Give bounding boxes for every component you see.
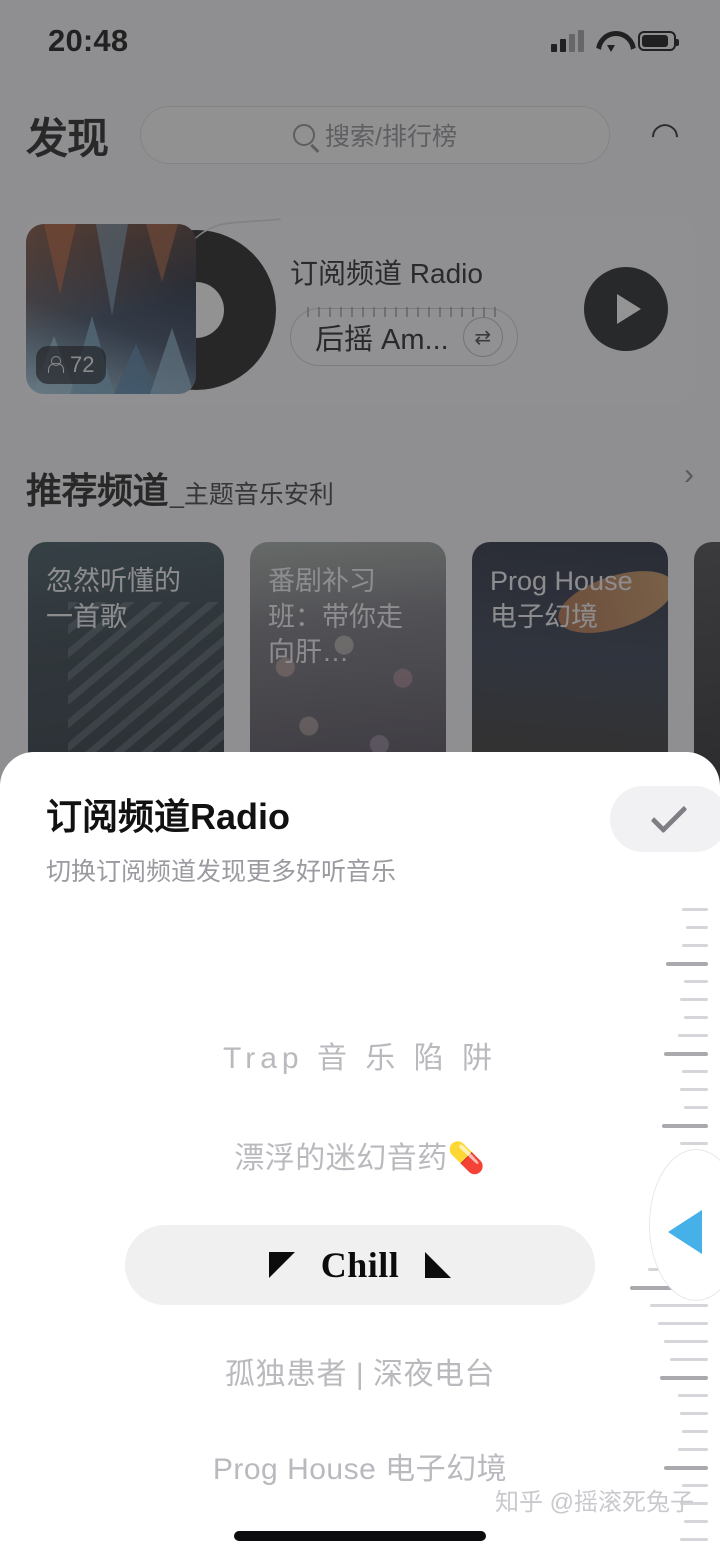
channel-scroll-ruler[interactable] (624, 902, 720, 1549)
confirm-button[interactable] (610, 786, 720, 852)
picker-item-label: 漂浮的迷幻音药💊 (234, 1142, 486, 1175)
selected-pill[interactable]: Chill (125, 1225, 595, 1305)
picker-item-label: 孤独患者 | 深夜电台 (225, 1358, 495, 1391)
picker-item-label: Trap 音 乐 陷 阱 (223, 1042, 497, 1075)
sheet-subtitle: 切换订阅频道发现更多好听音乐 (46, 858, 397, 886)
sheet-title: 订阅频道Radio (46, 796, 291, 837)
home-indicator (234, 1531, 486, 1541)
picker-item-label: Chill (320, 1245, 400, 1285)
picker-item-trap[interactable]: Trap 音 乐 陷 阱 (0, 1024, 720, 1086)
watermark: 知乎 @摇滚死兔子 (494, 1489, 694, 1516)
check-icon (650, 796, 688, 834)
picker-item-chill-selected[interactable]: Chill (0, 1224, 720, 1306)
radio-channel-picker-sheet: 订阅频道Radio 切换订阅频道发现更多好听音乐 Trap 音 乐 陷 阱 漂浮… (0, 752, 720, 1559)
triangle-lower-right-icon (425, 1252, 452, 1278)
picker-item-label: Prog House 电子幻境 (212, 1453, 508, 1486)
sheet-header: 订阅频道Radio 切换订阅频道发现更多好听音乐 (46, 788, 698, 888)
ruler-position-indicator[interactable] (668, 1210, 702, 1254)
phone-screen: 20:48 发现 搜索/排行榜 ◠ (0, 0, 720, 1559)
picker-item-psychedelic[interactable]: 漂浮的迷幻音药💊 (0, 1124, 720, 1186)
picker-item-lonely-night-radio[interactable]: 孤独患者 | 深夜电台 (0, 1340, 720, 1402)
channel-picker-list[interactable]: Trap 音 乐 陷 阱 漂浮的迷幻音药💊 Chill 孤独患者 | 深夜电台 … (0, 962, 720, 1486)
triangle-upper-left-icon (268, 1252, 295, 1278)
